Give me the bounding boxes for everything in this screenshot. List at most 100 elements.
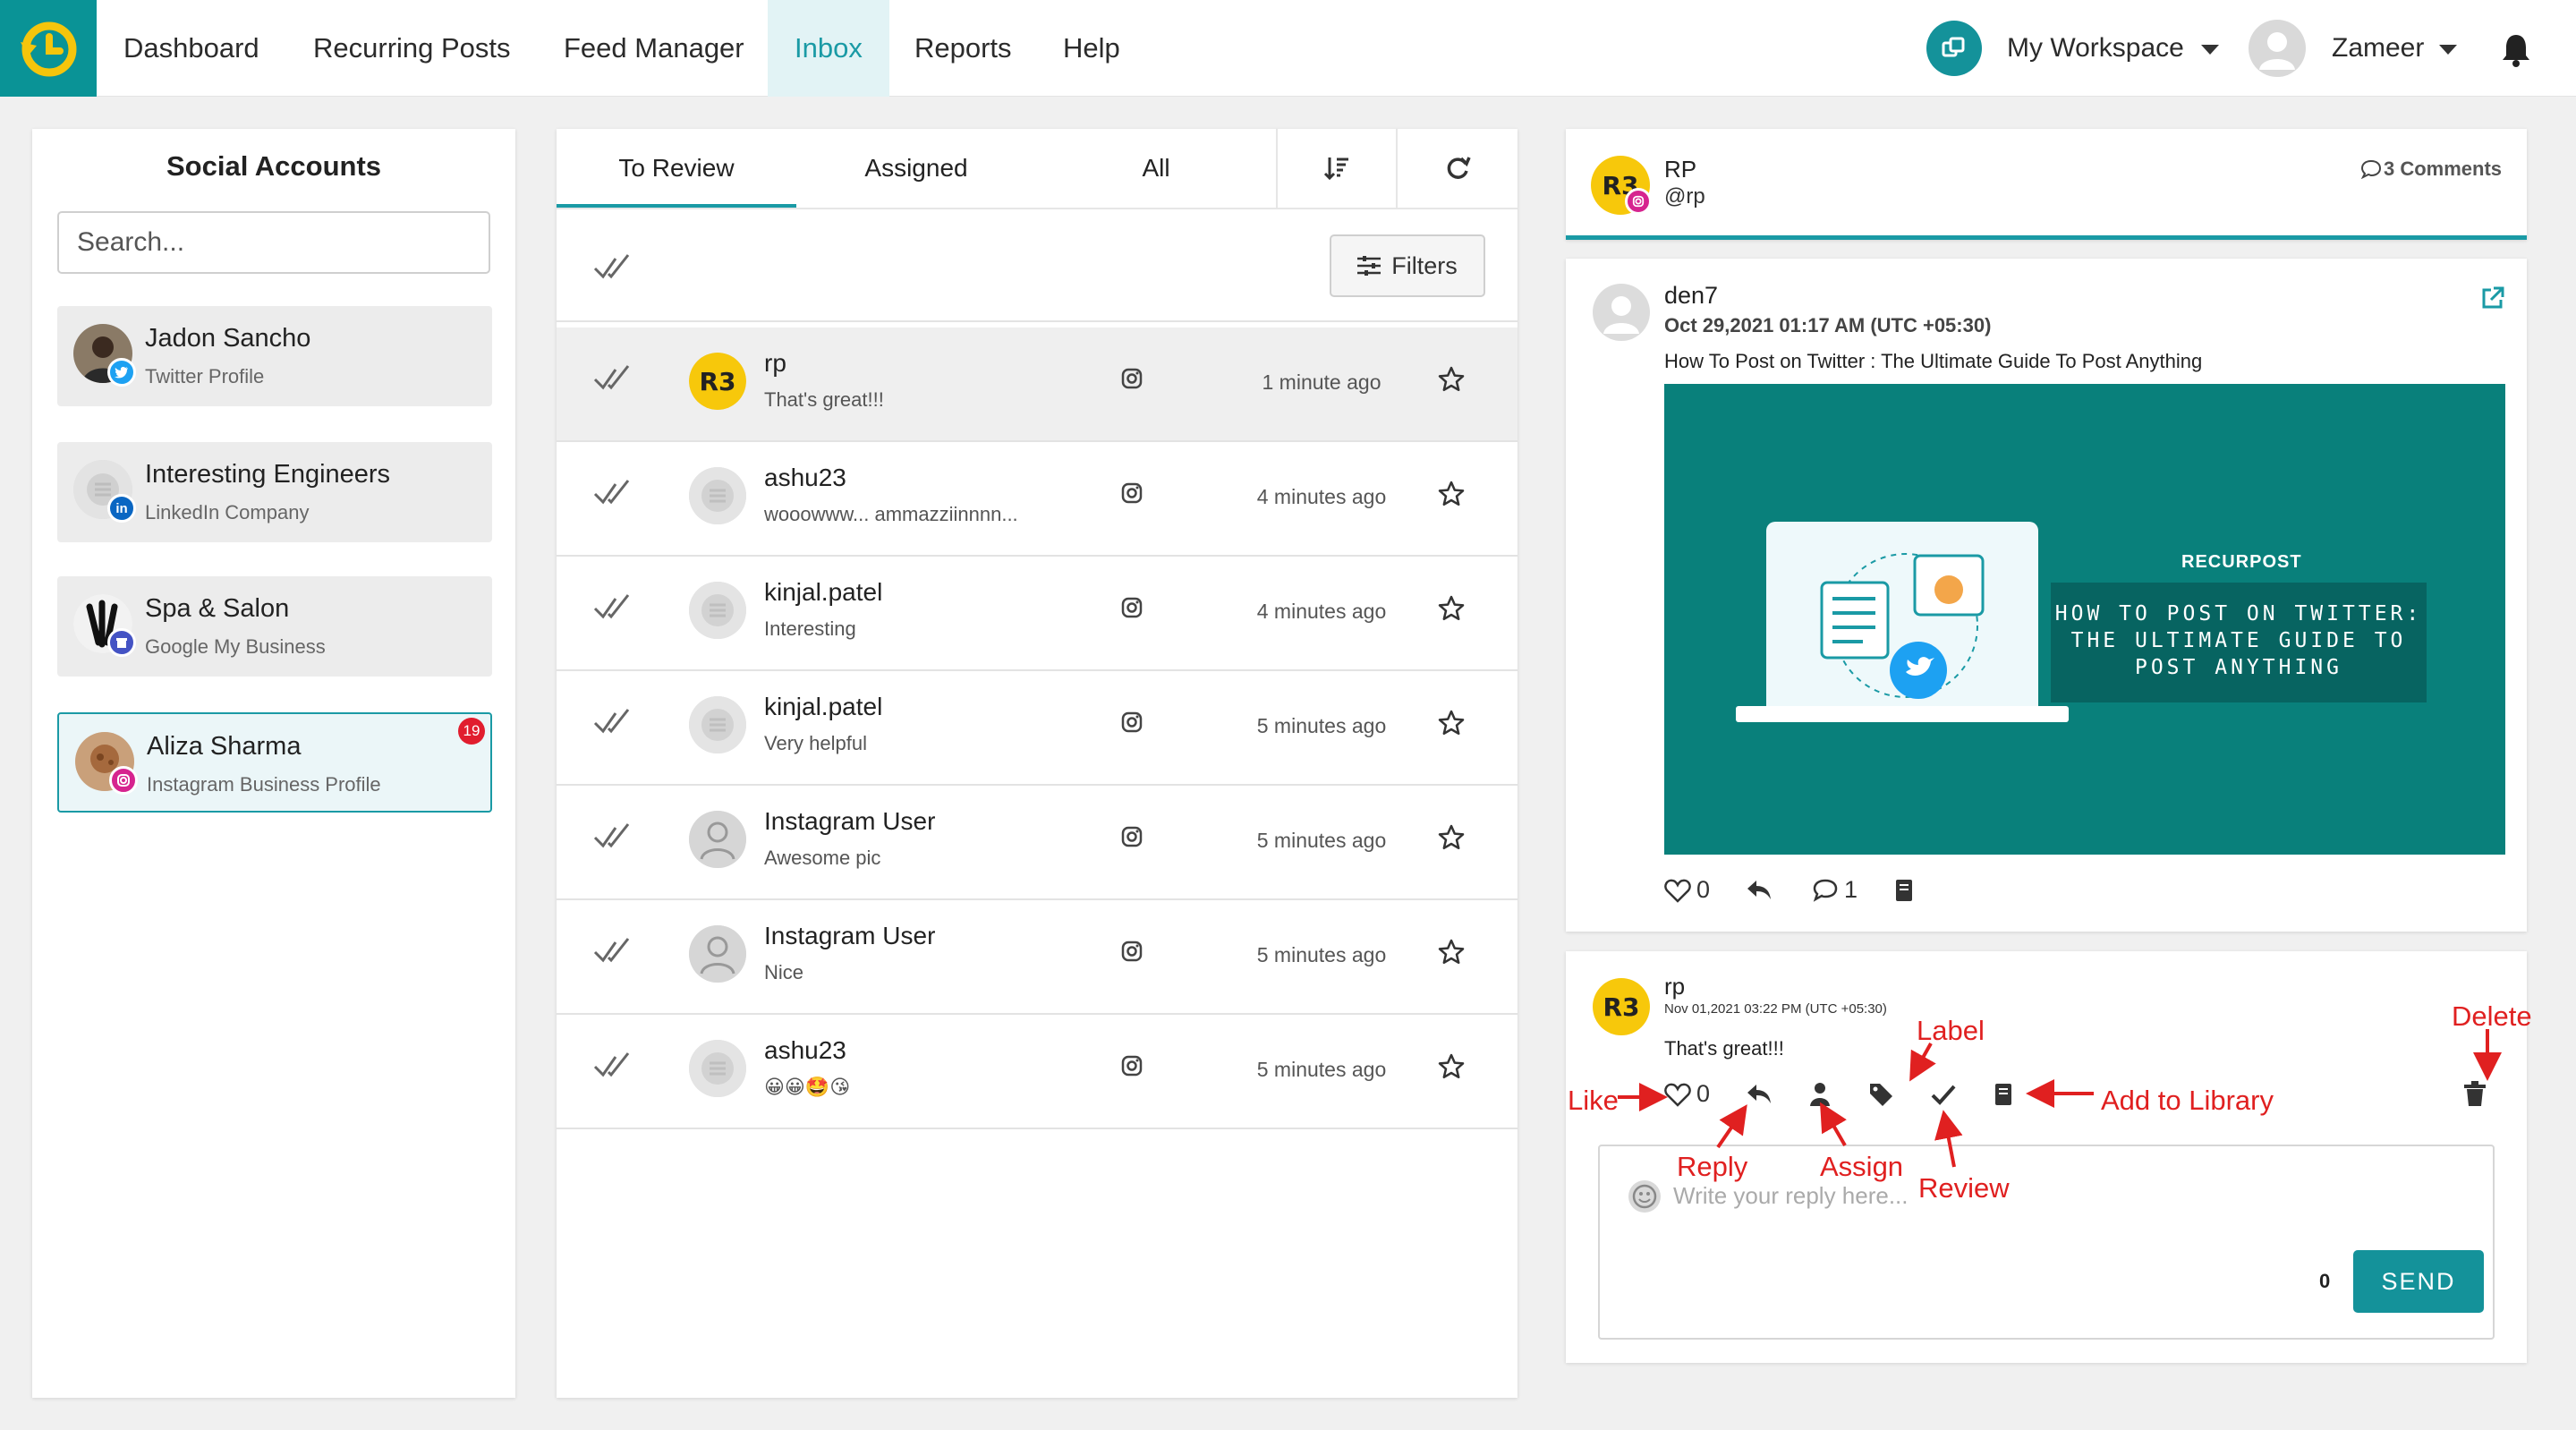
nav-reports[interactable]: Reports: [888, 0, 1039, 97]
nav-dashboard[interactable]: Dashboard: [97, 0, 286, 97]
account-card-linkedin[interactable]: in Interesting Engineers LinkedIn Compan…: [57, 442, 492, 542]
list-item[interactable]: ashu23 wooowww... ammazziinnnn... 4 minute…: [557, 442, 1518, 557]
reply-icon[interactable]: [1746, 879, 1773, 902]
mark-reviewed-check-icon[interactable]: [592, 1051, 632, 1081]
account-card-twitter[interactable]: Jadon Sancho Twitter Profile: [57, 306, 492, 406]
comment-date: Nov 01,2021 03:22 PM (UTC +05:30): [1664, 1001, 1887, 1017]
clock-logo-icon: [21, 21, 77, 77]
post-image[interactable]: RECURPOST HOW TO POST ON TWITTER: THE UL…: [1664, 384, 2505, 855]
comment-bubble-icon[interactable]: [1812, 878, 1839, 903]
tab-all[interactable]: All: [1036, 129, 1276, 208]
comment-author: rp: [1664, 973, 1686, 1000]
message-time: 4 minutes ago: [1256, 600, 1387, 623]
instagram-icon: [1121, 368, 1143, 389]
message-preview: wooowww... ammazziinnnn...: [764, 503, 1018, 525]
nav-feed-manager[interactable]: Feed Manager: [537, 0, 771, 97]
message-author: rp: [764, 349, 786, 377]
linkedin-icon: in: [107, 494, 136, 523]
tag-icon[interactable]: [1867, 1081, 1894, 1108]
avatar: R3: [689, 353, 746, 410]
star-icon[interactable]: [1437, 938, 1466, 966]
list-item[interactable]: kinjal.patel Very helpful 5 minutes ago: [557, 671, 1518, 786]
mark-reviewed-check-icon[interactable]: [592, 821, 632, 852]
user-avatar-icon: [689, 925, 746, 983]
workspace-dropdown[interactable]: My Workspace: [2007, 0, 2184, 97]
external-link-icon[interactable]: [2480, 285, 2505, 311]
annotation-review: Review: [1918, 1172, 2010, 1204]
instagram-icon: [1121, 1055, 1143, 1077]
mark-reviewed-check-icon[interactable]: [592, 592, 632, 623]
message-preview: Nice: [764, 961, 804, 983]
nav-help[interactable]: Help: [1036, 0, 1147, 97]
star-icon[interactable]: [1437, 1052, 1466, 1081]
list-item[interactable]: Instagram User Awesome pic 5 minutes ago: [557, 786, 1518, 900]
instagram-icon: [1121, 597, 1143, 618]
star-icon[interactable]: [1437, 480, 1466, 508]
emoji-icon[interactable]: [1627, 1179, 1662, 1214]
reply-input-placeholder[interactable]: Write your reply here...: [1673, 1182, 1909, 1210]
book-icon[interactable]: [1893, 878, 1915, 903]
heart-icon[interactable]: [1664, 878, 1691, 903]
mark-reviewed-check-icon[interactable]: [592, 707, 632, 737]
chevron-down-icon[interactable]: [2201, 45, 2219, 55]
avatar: [689, 925, 746, 983]
star-icon[interactable]: [1437, 823, 1466, 852]
list-item[interactable]: kinjal.patel Interesting 4 minutes ago: [557, 557, 1518, 671]
generic-avatar-icon: [689, 696, 746, 753]
divider: [557, 208, 1518, 209]
assign-user-icon[interactable]: [1808, 1081, 1832, 1108]
message-author: kinjal.patel: [764, 578, 883, 606]
checkmark-icon[interactable]: [1930, 1083, 1957, 1106]
twitter-icon: [107, 358, 136, 387]
list-item[interactable]: R3 rp That's great!!! 1 minute ago: [557, 328, 1518, 442]
instagram-icon: [1121, 711, 1143, 733]
mark-reviewed-check-icon[interactable]: [592, 363, 632, 394]
list-item[interactable]: ashu23 😀😀🤩😘 5 minutes ago: [557, 1015, 1518, 1129]
nav-inbox[interactable]: Inbox: [768, 0, 889, 97]
heart-icon[interactable]: [1664, 1082, 1691, 1107]
avatar: [689, 467, 746, 524]
post-actions: 0 1: [1664, 876, 1915, 904]
instagram-icon: [1625, 188, 1652, 215]
annotation-like: Like: [1568, 1085, 1619, 1116]
tab-to-review[interactable]: To Review: [557, 129, 796, 208]
avatar: [689, 696, 746, 753]
annotation-reply: Reply: [1677, 1151, 1748, 1182]
star-icon[interactable]: [1437, 365, 1466, 394]
generic-avatar-icon: [689, 582, 746, 639]
account-card-instagram[interactable]: Aliza Sharma Instagram Business Profile …: [57, 712, 492, 813]
account-type: Instagram Business Profile: [147, 773, 381, 796]
message-preview: Very helpful: [764, 732, 867, 754]
account-search-input[interactable]: [57, 211, 490, 274]
message-preview: That's great!!!: [764, 388, 884, 411]
trash-icon[interactable]: [2462, 1080, 2487, 1107]
book-icon[interactable]: [1993, 1082, 2014, 1107]
bell-icon[interactable]: [2500, 32, 2532, 68]
generic-avatar-icon: [689, 467, 746, 524]
filters-button[interactable]: Filters: [1330, 234, 1485, 297]
select-all-check-icon[interactable]: [592, 252, 632, 283]
message-author: Instagram User: [764, 807, 936, 835]
send-button[interactable]: SEND: [2353, 1250, 2484, 1313]
panel-title: Social Accounts: [166, 150, 382, 182]
mark-reviewed-check-icon[interactable]: [592, 478, 632, 508]
message-time: 5 minutes ago: [1256, 714, 1387, 737]
account-name: Interesting Engineers: [145, 460, 391, 489]
chevron-down-icon[interactable]: [2439, 45, 2457, 55]
sort-button[interactable]: [1278, 129, 1396, 208]
tab-assigned[interactable]: Assigned: [796, 129, 1036, 208]
mark-reviewed-check-icon[interactable]: [592, 936, 632, 966]
star-icon[interactable]: [1437, 709, 1466, 737]
list-item[interactable]: Instagram User Nice 5 minutes ago: [557, 900, 1518, 1015]
nav-recurring-posts[interactable]: Recurring Posts: [286, 0, 538, 97]
comment-bubble-icon: [2360, 159, 2382, 179]
user-menu[interactable]: Zameer: [2332, 0, 2424, 97]
user-avatar[interactable]: [2249, 20, 2306, 77]
comments-count[interactable]: 3 Comments: [2384, 157, 2502, 181]
app-logo[interactable]: [0, 0, 97, 97]
account-card-google-my-business[interactable]: Spa & Salon Google My Business: [57, 576, 492, 677]
refresh-button[interactable]: [1398, 129, 1518, 208]
star-icon[interactable]: [1437, 594, 1466, 623]
workspace-switch-icon[interactable]: [1926, 21, 1982, 76]
reply-icon[interactable]: [1746, 1083, 1773, 1106]
